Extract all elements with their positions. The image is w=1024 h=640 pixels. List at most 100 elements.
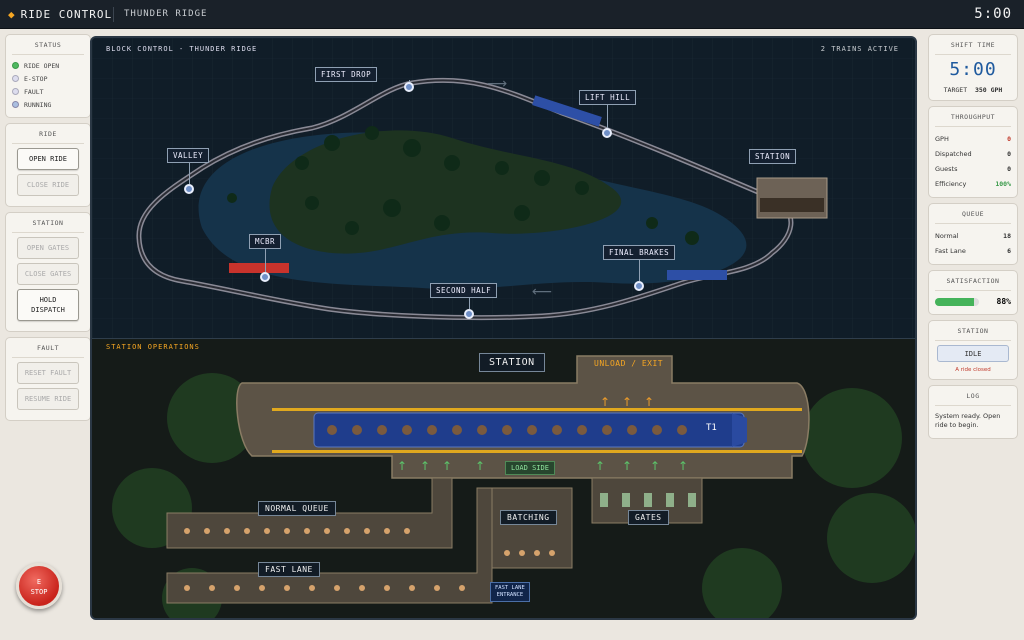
node-mcbr[interactable] (260, 272, 270, 282)
resume-ride-button[interactable]: RESUME RIDE (17, 388, 79, 410)
station-state-badge: IDLE (937, 345, 1009, 362)
normal-queue-row: Normal 18 (935, 228, 1011, 243)
train-riders (327, 425, 687, 435)
leader-line (265, 248, 266, 272)
status-label: RIDE OPEN (24, 61, 60, 70)
station-state-card: STATION IDLE A ride closed (928, 320, 1018, 380)
close-gates-button[interactable]: CLOSE GATES (17, 263, 79, 285)
shift-title: SHIFT TIME (935, 41, 1011, 55)
node-final-brakes[interactable] (634, 281, 644, 291)
estop-button[interactable]: E STOP (16, 563, 62, 609)
svg-text:↑: ↑ (475, 459, 485, 473)
fast-lane-entrance-line2: ENTRANCE (496, 592, 524, 598)
reset-fault-button[interactable]: RESET FAULT (17, 362, 79, 384)
status-label: FAULT (24, 87, 44, 96)
label-second-half: SECOND HALF (430, 283, 498, 298)
svg-text:↑: ↑ (397, 459, 407, 473)
label-first-drop: FIRST DROP (315, 67, 378, 82)
unload-exit-label: UNLOAD / EXIT (594, 359, 664, 368)
label-mcbr: MCBR (249, 234, 282, 249)
fault-title: FAULT (12, 344, 84, 358)
status-estop: E-STOP (12, 72, 84, 85)
satisfaction-bar (935, 297, 979, 306)
app-title-text: RIDE CONTROL (20, 8, 113, 21)
train-id: T1 (706, 423, 717, 433)
hold-dispatch-button[interactable]: HOLD DISPATCH (17, 289, 79, 321)
ride-name: THUNDER RIDGE (124, 9, 208, 19)
batching-label: BATCHING (500, 510, 557, 525)
normal-queue-label: NORMAL QUEUE (258, 501, 336, 516)
log-card: LOG System ready. Open ride to begin. (928, 385, 1018, 439)
right-panel: SHIFT TIME 5:00 TARGET 350 GPH THROUGHPU… (928, 34, 1018, 444)
status-label: E-STOP (24, 74, 48, 83)
status-fault: FAULT (12, 85, 84, 98)
estop-line2: STOP (30, 588, 48, 596)
gph-row: GPH 0 (935, 131, 1011, 146)
fast-lane-row: Fast Lane 6 (935, 243, 1011, 258)
direction-arrow-icon: ⟶ (487, 76, 507, 92)
svg-text:↑: ↑ (600, 395, 610, 409)
close-ride-button[interactable]: CLOSE RIDE (17, 174, 79, 196)
target: TARGET 350 GPH (935, 86, 1011, 94)
fast-lane-entrance-line1: FAST LANE (495, 585, 525, 591)
leader-line (639, 259, 640, 281)
direction-arrow-icon: ⟵ (532, 284, 552, 300)
kv-label: Dispatched (935, 149, 972, 158)
station-card: STATION OPEN GATES CLOSE GATES HOLD DISP… (5, 212, 91, 332)
shift-card: SHIFT TIME 5:00 TARGET 350 GPH (928, 34, 1018, 101)
target-label: TARGET (943, 86, 968, 94)
throughput-title: THROUGHPUT (935, 113, 1011, 127)
status-dot-icon (12, 62, 19, 69)
svg-text:↑: ↑ (678, 459, 688, 473)
ride-card: RIDE OPEN RIDE CLOSE RIDE (5, 123, 91, 207)
satisfaction-fill (935, 297, 974, 306)
leader-line (607, 104, 608, 128)
queue-card: QUEUE Normal 18 Fast Lane 6 (928, 203, 1018, 265)
target-value: 350 GPH (974, 86, 1003, 94)
kv-value: 6 (1007, 246, 1011, 255)
log-text: System ready. Open ride to begin. (935, 412, 1001, 429)
status-card: STATUS RIDE OPEN E-STOP FAULT RUNNING (5, 34, 91, 118)
open-ride-button[interactable]: OPEN RIDE (17, 148, 79, 170)
diamond-icon: ◆ (8, 8, 16, 21)
satisfaction-row: 88% (935, 295, 1011, 308)
title-divider (113, 7, 114, 22)
open-gates-button[interactable]: OPEN GATES (17, 237, 79, 259)
station-train-nose (732, 413, 747, 447)
station-ops-title: STATION OPERATIONS (106, 343, 200, 351)
queue-title: QUEUE (935, 210, 1011, 224)
node-valley[interactable] (184, 184, 194, 194)
station-title: STATION (12, 219, 84, 233)
kv-label: GPH (935, 134, 949, 143)
map-title: BLOCK CONTROL - THUNDER RIDGE (106, 45, 258, 53)
svg-text:↑: ↑ (622, 395, 632, 409)
kv-label: Efficiency (935, 179, 967, 188)
status-title: STATUS (12, 41, 84, 55)
top-bar: ◆ RIDE CONTROL THUNDER RIDGE 5:00 (0, 0, 1024, 29)
node-second-half[interactable] (464, 309, 474, 319)
unload-arrows: ↑ ↑ ↑ (600, 395, 654, 409)
kv-value: 100% (995, 179, 1011, 188)
status-dot-icon (12, 88, 19, 95)
batching-area (491, 487, 573, 569)
satisfaction-title: SATISFACTION (935, 277, 1011, 291)
estop-line1: E (36, 578, 42, 586)
status-ride-open: RIDE OPEN (12, 59, 84, 72)
kv-value: 18 (1003, 231, 1011, 240)
node-first-drop[interactable] (404, 82, 414, 92)
efficiency-row: Efficiency 100% (935, 176, 1011, 191)
node-lift-hill[interactable] (602, 128, 612, 138)
leader-line (189, 162, 190, 184)
throughput-card: THROUGHPUT GPH 0 Dispatched 0 Guests 0 Effi… (928, 106, 1018, 198)
kv-value: 0 (1007, 134, 1011, 143)
svg-text:↑: ↑ (622, 459, 632, 473)
label-lift-hill: LIFT HILL (579, 90, 637, 105)
section-divider (92, 338, 915, 339)
status-label: RUNNING (24, 100, 52, 109)
satisfaction-card: SATISFACTION 88% (928, 270, 1018, 315)
station-note: A ride closed (955, 367, 991, 373)
fault-card: FAULT RESET FAULT RESUME RIDE (5, 337, 91, 421)
shift-time: 5:00 (949, 59, 997, 80)
label-valley: VALLEY (167, 148, 210, 163)
log-title: LOG (935, 392, 1011, 406)
